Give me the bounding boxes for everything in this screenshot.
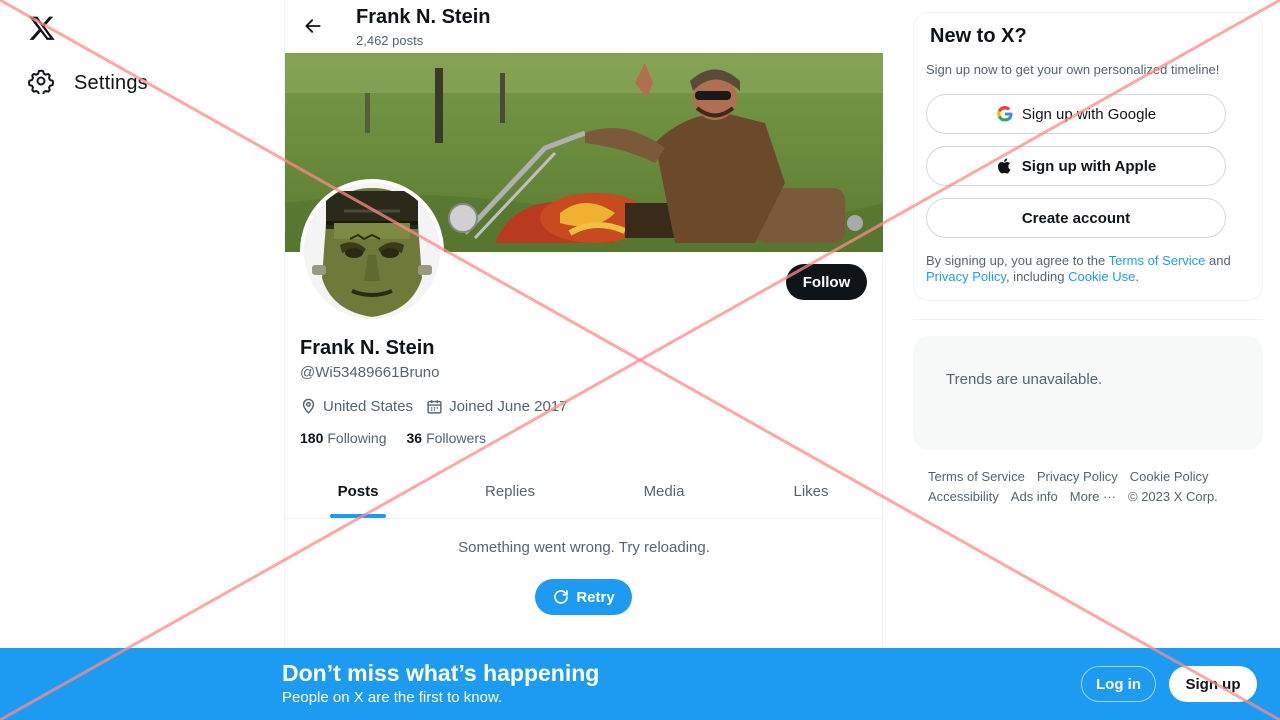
bottom-bar-subtitle: People on X are the first to know. bbox=[282, 689, 503, 706]
terms-prefix: By signing up, you agree to the bbox=[926, 253, 1109, 268]
tab-media-label: Media bbox=[643, 483, 685, 500]
settings-label: Settings bbox=[74, 71, 148, 94]
google-icon bbox=[997, 105, 1013, 122]
calendar-icon bbox=[427, 400, 442, 414]
terms-end: . bbox=[1135, 269, 1139, 284]
location-pin-icon bbox=[302, 398, 315, 414]
profile-meta: United States Joined June 2017 bbox=[300, 398, 581, 415]
nav-settings[interactable]: Settings bbox=[27, 66, 148, 100]
refresh-icon bbox=[554, 590, 569, 604]
followers-label: Followers bbox=[426, 430, 486, 446]
terms-of-service-link[interactable]: Terms of Service bbox=[1109, 253, 1206, 268]
signup-terms: By signing up, you agree to the Terms of… bbox=[926, 253, 1252, 285]
active-tab-indicator bbox=[330, 514, 386, 518]
cookie-use-link[interactable]: Cookie Use bbox=[1068, 269, 1135, 284]
footer-ads-link[interactable]: Ads info bbox=[1011, 487, 1058, 507]
profile-tabs: Posts Replies Media Likes bbox=[285, 465, 883, 519]
follow-button[interactable]: Follow bbox=[786, 264, 867, 300]
followers-stat[interactable]: 36 Followers bbox=[407, 430, 486, 446]
tab-replies-label: Replies bbox=[484, 483, 536, 500]
trends-panel: Trends are unavailable. bbox=[913, 336, 1263, 450]
left-nav: Settings bbox=[0, 0, 284, 720]
joined-text: Joined June 2017 bbox=[449, 398, 568, 415]
bottom-bar-title: Don’t miss what’s happening bbox=[282, 660, 600, 686]
bottom-signup-bar: Don’t miss what’s happening People on X … bbox=[0, 648, 1280, 720]
footer-cookie-link[interactable]: Cookie Policy bbox=[1130, 467, 1209, 487]
footer-accessibility-link[interactable]: Accessibility bbox=[928, 487, 999, 507]
footer-links: Terms of Service Privacy Policy Cookie P… bbox=[928, 467, 1248, 507]
back-button[interactable] bbox=[299, 12, 327, 40]
retry-label: Retry bbox=[576, 588, 615, 606]
header-posts-count: 2,462 posts bbox=[356, 33, 424, 48]
following-label: Following bbox=[327, 430, 387, 446]
x-logo-icon[interactable] bbox=[28, 14, 56, 42]
following-count: 180 bbox=[300, 430, 324, 446]
timeline-error-message: Something went wrong. Try reloading. bbox=[458, 539, 710, 556]
tab-replies[interactable]: Replies bbox=[431, 465, 589, 518]
retry-button[interactable]: Retry bbox=[535, 579, 632, 615]
followers-count: 36 bbox=[406, 430, 423, 446]
profile-header-bar: Frank N. Stein 2,462 posts bbox=[285, 0, 883, 53]
profile-location: United States bbox=[300, 398, 413, 415]
tab-media[interactable]: Media bbox=[589, 465, 739, 518]
create-account-button[interactable]: Create account bbox=[926, 198, 1226, 238]
signup-card: New to X? Sign up now to get your own pe… bbox=[913, 12, 1263, 301]
terms-and: and bbox=[1205, 253, 1231, 268]
following-stat[interactable]: 180 Following bbox=[300, 430, 387, 446]
signup-google-label: Sign up with Google bbox=[1021, 105, 1157, 123]
signup-google-button[interactable]: Sign up with Google bbox=[926, 94, 1226, 134]
signup-button[interactable]: Sign up bbox=[1169, 666, 1257, 702]
location-text: United States bbox=[323, 398, 414, 415]
avatar-image bbox=[304, 183, 440, 319]
trends-unavailable-message: Trends are unavailable. bbox=[946, 371, 1103, 388]
tab-posts-label: Posts bbox=[337, 483, 379, 500]
profile-avatar[interactable] bbox=[300, 179, 444, 323]
tab-likes-label: Likes bbox=[793, 483, 829, 500]
footer-privacy-link[interactable]: Privacy Policy bbox=[1037, 467, 1118, 487]
signup-title: New to X? bbox=[930, 25, 1027, 47]
profile-joined: Joined June 2017 bbox=[426, 398, 568, 415]
arrow-left-icon bbox=[305, 19, 321, 33]
profile-name: Frank N. Stein bbox=[300, 337, 435, 359]
gear-icon bbox=[27, 68, 54, 99]
tab-likes[interactable]: Likes bbox=[739, 465, 883, 518]
tab-posts[interactable]: Posts bbox=[285, 465, 431, 518]
signup-apple-button[interactable]: Sign up with Apple bbox=[926, 146, 1226, 186]
apple-icon bbox=[997, 158, 1011, 174]
signup-subtitle: Sign up now to get your own personalized… bbox=[926, 62, 1220, 77]
header-name: Frank N. Stein bbox=[356, 6, 491, 28]
profile-column: Frank N. Stein 2,462 posts Follow Frank … bbox=[284, 0, 883, 720]
login-button[interactable]: Log in bbox=[1081, 666, 1156, 702]
privacy-policy-link[interactable]: Privacy Policy bbox=[926, 269, 1006, 284]
signup-apple-label: Sign up with Apple bbox=[1021, 157, 1157, 175]
footer-more-link[interactable]: More ··· bbox=[1070, 487, 1116, 507]
footer-terms-link[interactable]: Terms of Service bbox=[928, 467, 1025, 487]
profile-stats: 180 Following 36 Followers bbox=[300, 430, 506, 446]
footer-copyright: © 2023 X Corp. bbox=[1128, 489, 1218, 504]
terms-including: , including bbox=[1005, 269, 1069, 284]
right-column-divider bbox=[913, 319, 1263, 320]
profile-handle: @Wi53489661Bruno bbox=[300, 364, 440, 381]
